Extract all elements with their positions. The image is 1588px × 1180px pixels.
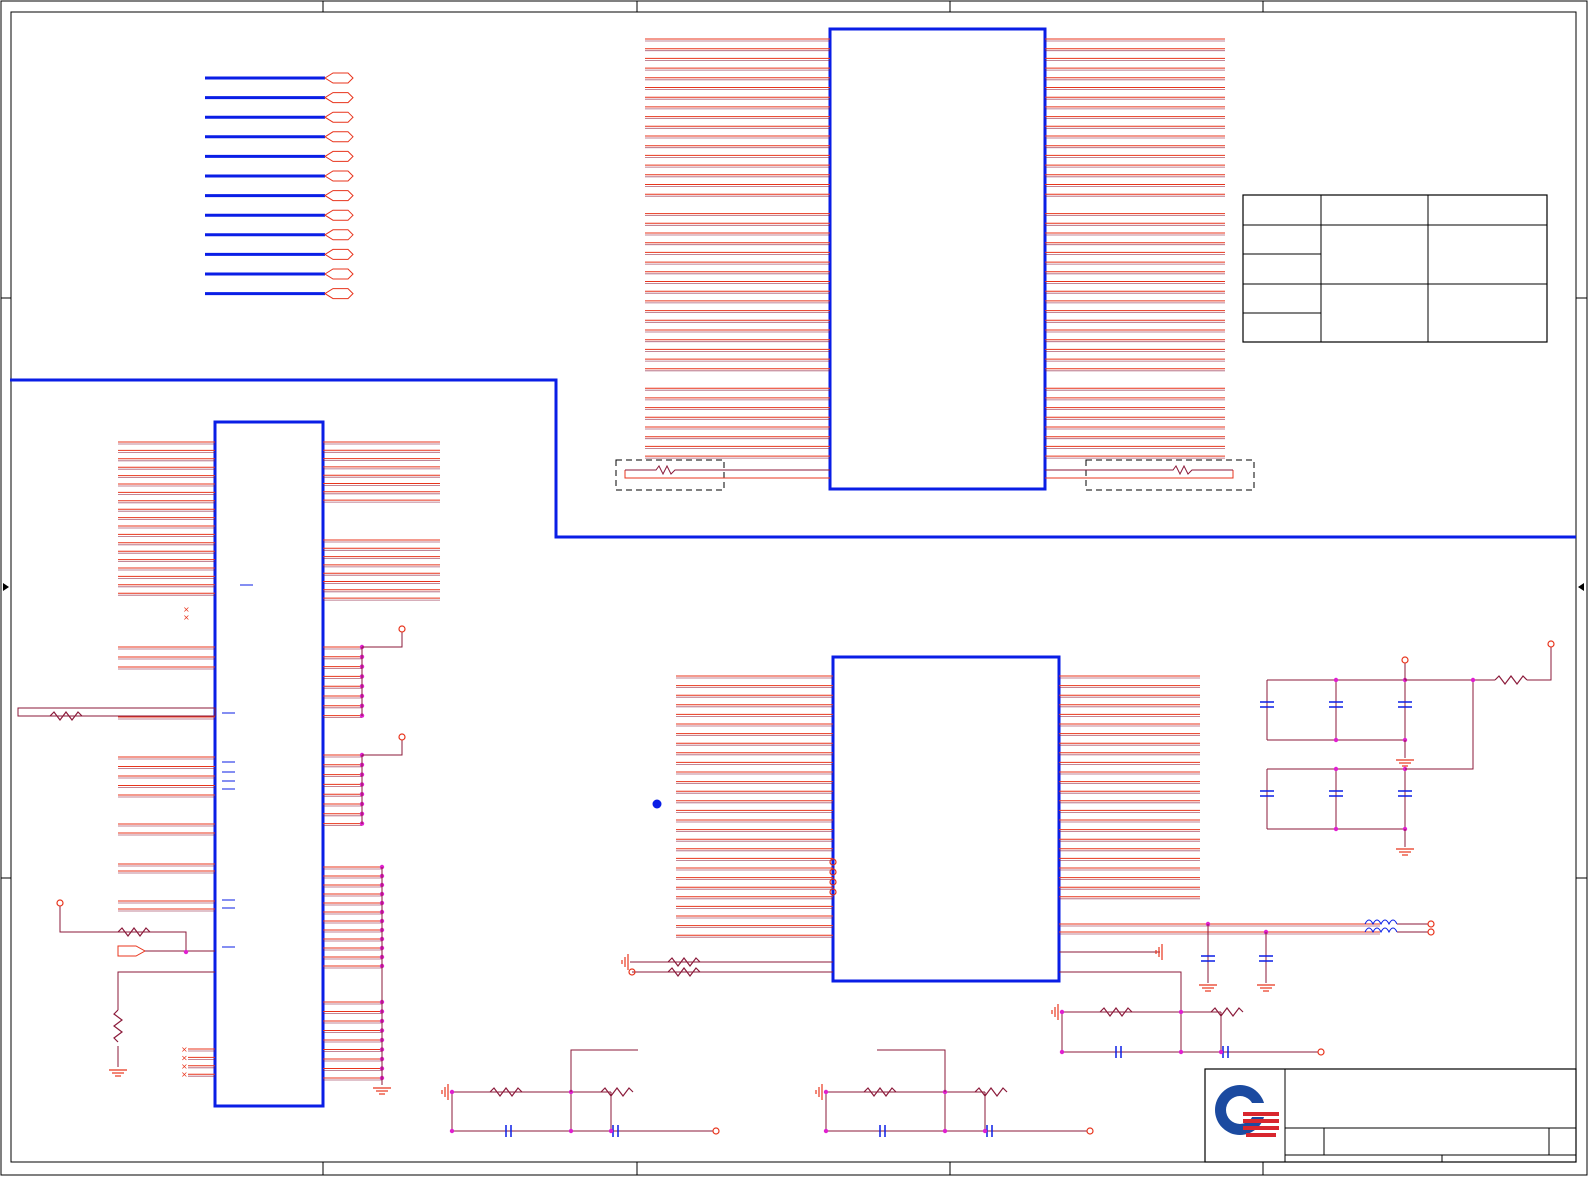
junction-dot xyxy=(942,1128,948,1134)
bus-port-connector xyxy=(324,268,354,280)
junction-dot xyxy=(1333,766,1339,772)
port-terminal xyxy=(712,1127,720,1135)
bus-port-connector xyxy=(324,170,354,182)
controller-chip-left xyxy=(213,420,325,1108)
frame-arrow xyxy=(3,583,9,591)
optional-resistor-box-right xyxy=(1085,459,1255,491)
bus-port-connector xyxy=(324,229,354,241)
ram-chip-right-pins xyxy=(1045,38,1225,459)
no-connect-mark: × xyxy=(183,613,190,622)
junction-dot xyxy=(183,949,189,955)
bus-port-connector xyxy=(324,92,354,104)
pullup-wire-loop xyxy=(17,707,216,717)
port-terminal xyxy=(1547,640,1555,648)
junction-dot xyxy=(1333,826,1339,832)
pulldown-resistor xyxy=(113,1009,123,1043)
junction-dot xyxy=(1178,1049,1184,1055)
bus-port-connector xyxy=(324,288,354,300)
junction-dot xyxy=(1059,1009,1065,1015)
rc-feedback-networks xyxy=(441,972,1325,1137)
junction-dot xyxy=(449,1089,455,1095)
junction-dot xyxy=(823,1089,829,1095)
chip-bottom-middle xyxy=(831,655,1061,983)
bus-port-connector xyxy=(324,72,354,84)
ram-chip-top xyxy=(828,27,1047,491)
bus-port-connector xyxy=(324,131,354,143)
power-rail-wire xyxy=(362,740,403,756)
port-terminal xyxy=(1317,1048,1325,1056)
series-resistor xyxy=(1494,675,1528,685)
config-table xyxy=(1242,194,1548,343)
wire xyxy=(1405,680,1474,770)
bus-port-connector xyxy=(324,209,354,221)
bus-port-connector xyxy=(324,190,354,202)
ferrite-inductor xyxy=(1364,927,1398,934)
junction-dot xyxy=(1333,677,1339,683)
ram-chip-left-pins xyxy=(645,38,830,459)
ferrite-inductor xyxy=(1364,919,1398,926)
wire xyxy=(1527,647,1552,681)
bus-junction-dot xyxy=(652,799,662,809)
schematic-drawing: ×××××× xyxy=(0,0,1588,1176)
wire xyxy=(570,1049,638,1092)
junction-dot xyxy=(982,1128,988,1134)
resistor-right-symbol xyxy=(1045,464,1233,476)
no-connect-mark: × xyxy=(181,1070,188,1079)
port-terminal xyxy=(1427,928,1435,936)
bus-port-connector xyxy=(324,111,354,123)
schematic-sheet: × × × × × × xyxy=(0,0,1588,1176)
port-terminal xyxy=(398,625,406,633)
optional-resistor-box-left xyxy=(615,459,725,491)
port-terminal xyxy=(56,899,64,907)
junction-dot xyxy=(568,1128,574,1134)
chip-bottom-middle-pins xyxy=(621,675,1435,1012)
decoupling-network xyxy=(1260,640,1555,856)
port-terminal xyxy=(1086,1127,1094,1135)
junction-dot xyxy=(1218,1049,1224,1055)
junction-dot xyxy=(823,1128,829,1134)
junction-dot xyxy=(1059,1049,1065,1055)
junction-dot xyxy=(1470,677,1476,683)
port-terminal xyxy=(1427,920,1435,928)
wire xyxy=(877,1049,946,1092)
frame-arrow xyxy=(1578,583,1584,591)
resistor-wire-left xyxy=(624,470,830,479)
port-terminal xyxy=(398,733,406,741)
controller-chip-pins: ×××××× xyxy=(17,441,440,1095)
input-port xyxy=(117,945,147,957)
junction-dot xyxy=(1178,1009,1184,1015)
title-block xyxy=(1204,1068,1577,1163)
resistor-wire-right xyxy=(1045,470,1234,479)
bus-port-connector xyxy=(324,150,354,162)
quanta-logo xyxy=(1215,1085,1279,1137)
junction-dot xyxy=(608,1128,614,1134)
wire xyxy=(1059,971,1182,1012)
resistor-left-symbol xyxy=(625,464,830,476)
bus-port-group xyxy=(205,72,354,300)
bus-port-connector xyxy=(324,248,354,260)
pulldown-wire xyxy=(117,971,215,1010)
junction-dot xyxy=(1333,737,1339,743)
power-rail-wire xyxy=(362,632,403,648)
port-terminal xyxy=(1401,656,1409,664)
junction-dot xyxy=(449,1128,455,1134)
